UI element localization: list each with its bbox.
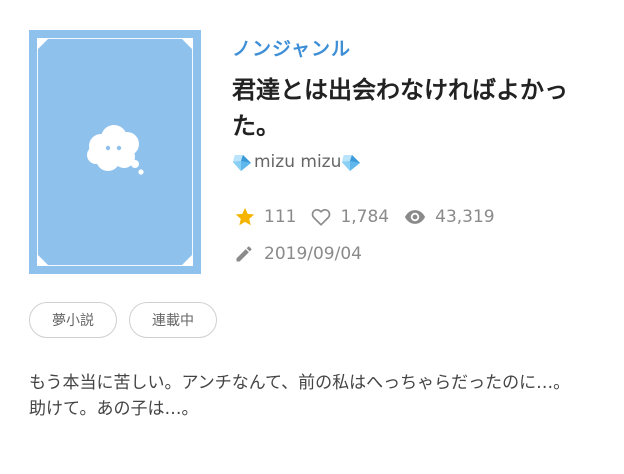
cover-corner [181, 254, 193, 266]
pencil-icon [236, 246, 252, 262]
diamond-icon [233, 155, 251, 171]
date-text: 2019/09/04 [264, 244, 362, 264]
cover-corner [181, 38, 193, 50]
tag-chip[interactable]: 連載中 [129, 302, 217, 338]
cover-corner [37, 38, 49, 50]
stats-row: 111 1,784 43,319 [234, 206, 509, 228]
updated-date: 2019/09/04 [234, 244, 362, 264]
likes-count: 1,784 [340, 207, 390, 227]
description-line: 助けて。あの子は…。 [29, 399, 199, 419]
work-description: もう本当に苦しい。アンチなんて、前の私はへっちゃらだったのに…。 助けて。あの子… [29, 370, 609, 422]
likes-stat: 1,784 [310, 206, 389, 228]
stars-count: 111 [264, 207, 297, 227]
diamond-icon [342, 155, 361, 171]
genre-label[interactable]: ノンジャンル [232, 34, 351, 61]
eye-icon [405, 210, 426, 224]
heart-icon [312, 208, 331, 226]
cover-corner [37, 254, 49, 266]
work-title: 君達とは出会わなければよかった。 [232, 76, 568, 140]
tag-list: 夢小説 連載中 [29, 302, 229, 338]
author[interactable]: mizu mizu [232, 149, 363, 175]
star-icon [235, 207, 255, 226]
views-stat: 43,319 [403, 206, 495, 228]
tag-chip[interactable]: 夢小説 [29, 302, 117, 338]
author-name: mizu mizu [254, 152, 342, 172]
thought-cloud-icon [87, 125, 144, 175]
stars-stat: 111 [234, 206, 296, 228]
views-count: 43,319 [435, 207, 495, 227]
description-line: もう本当に苦しい。アンチなんて、前の私はへっちゃらだったのに…。 [29, 373, 571, 393]
cover-image[interactable] [29, 30, 201, 274]
